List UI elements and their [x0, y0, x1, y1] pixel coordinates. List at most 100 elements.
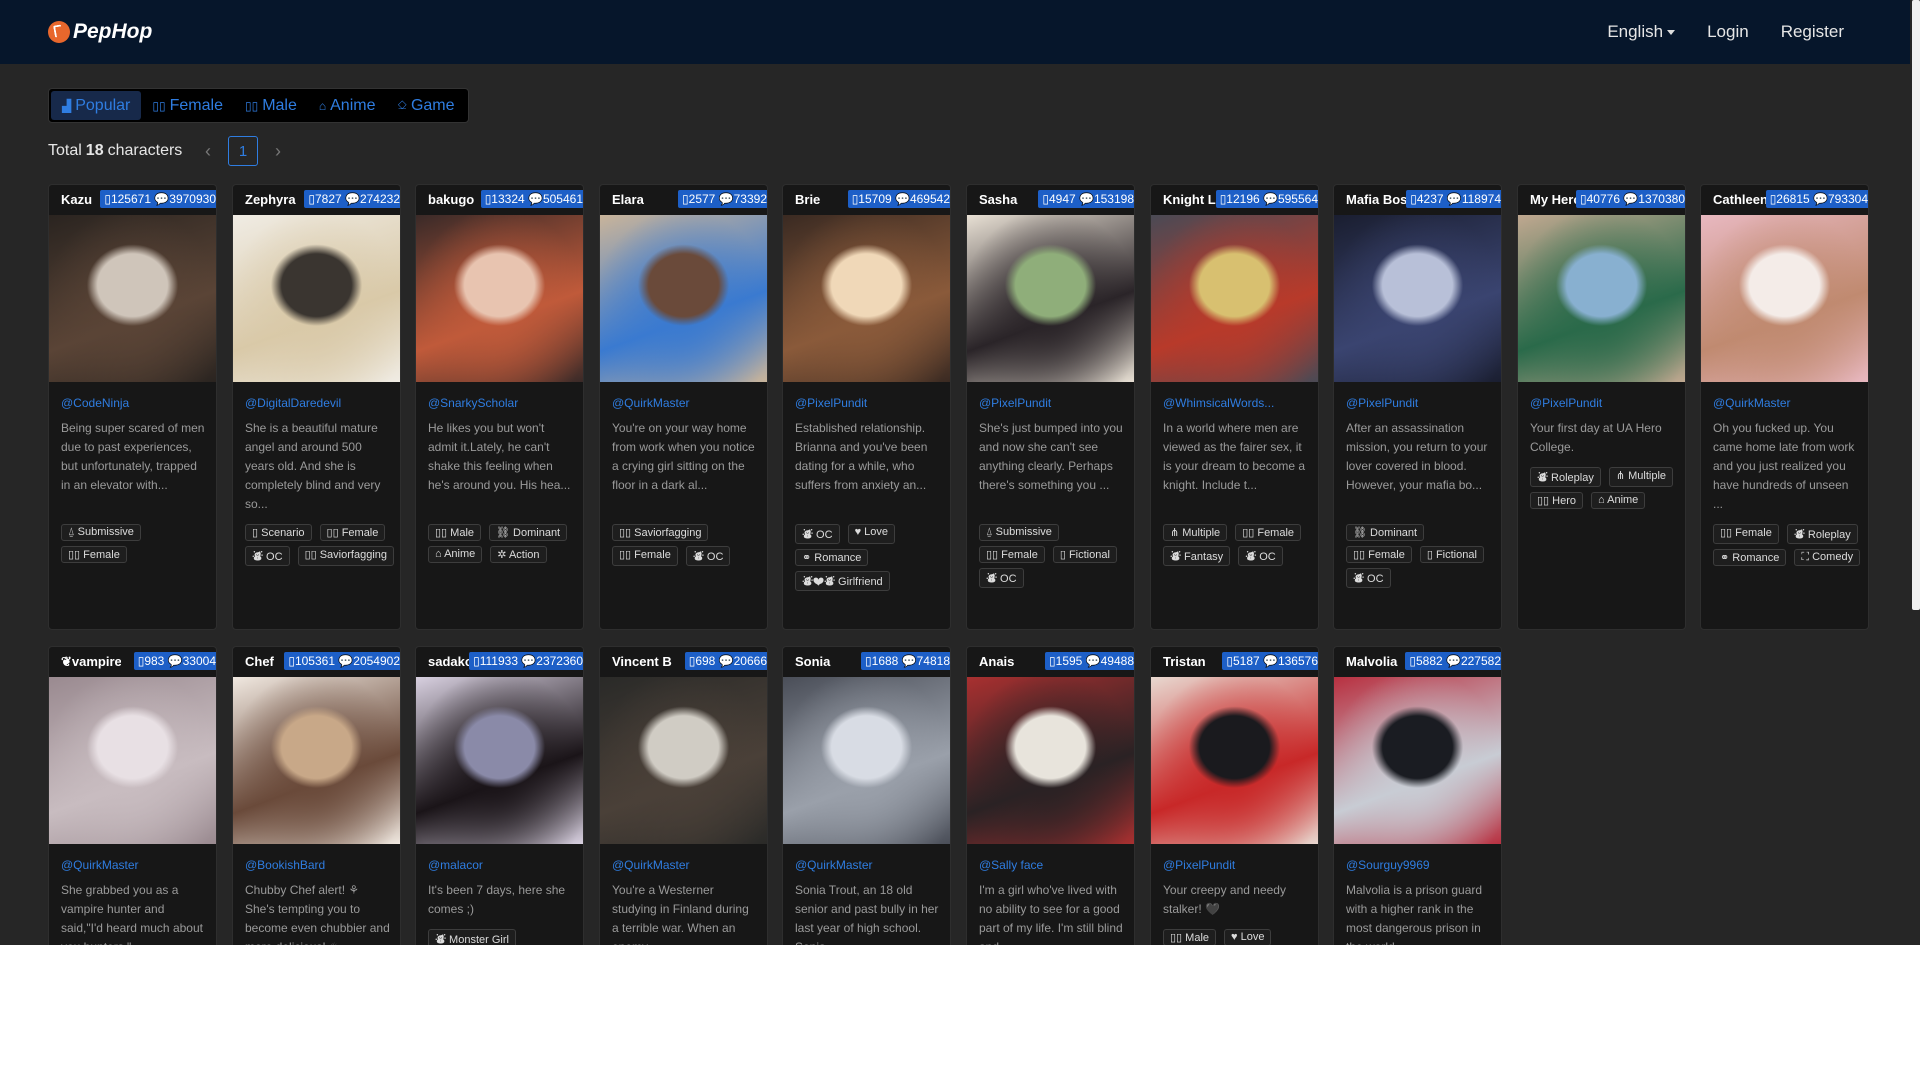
character-avatar[interactable] — [1151, 677, 1318, 844]
character-card[interactable]: Cathleen ▯26815 💬793304 @QuirkMaster Oh you… — [1700, 184, 1869, 630]
character-card[interactable]: Sonia ▯1688 💬74818 @QuirkMaster Sonia Trout… — [782, 646, 951, 945]
character-card[interactable]: Vincent Butler ▯698 💬20666 @QuirkMaster You… — [599, 646, 768, 945]
author-link[interactable]: @QuirkMaster — [795, 858, 945, 872]
tag[interactable]: ♥ Love — [1224, 929, 1272, 945]
next-page-button[interactable]: › — [270, 141, 286, 162]
author-link[interactable]: @QuirkMaster — [61, 858, 211, 872]
tag[interactable]: ▯▯ Female — [61, 546, 127, 563]
tag[interactable]: ▯▯ Female — [319, 524, 386, 541]
character-card[interactable]: Anais ▯1595 💬49488 @Sally face I'm a girl w… — [966, 646, 1135, 945]
character-card[interactable]: Elara ▯2577 💬73392 @QuirkMaster You're on y… — [599, 184, 768, 630]
tag[interactable]: ▯▯ Male — [1163, 929, 1217, 945]
author-link[interactable]: @QuirkMaster — [1713, 396, 1863, 410]
language-selector[interactable]: English — [1607, 22, 1676, 42]
author-link[interactable]: @BookishBard — [245, 858, 395, 872]
author-link[interactable]: @SnarkyScholar — [428, 396, 578, 410]
character-card[interactable]: ❦vampire ▯983 💬33004 @QuirkMaster She grabb… — [48, 646, 217, 945]
tag[interactable]: ⌂ Anime — [1591, 492, 1646, 509]
tab-female[interactable]: ▯▯ Female — [141, 91, 234, 120]
character-card[interactable]: Mafia Boss▯4237 💬118974 @PixelPundit After… — [1333, 184, 1502, 630]
character-card[interactable]: Zephyra ▯7827 💬274232 @DigitalDaredevil She… — [232, 184, 401, 630]
tab-male[interactable]: ▯▯ Male — [234, 91, 308, 120]
character-avatar[interactable] — [233, 677, 400, 844]
character-avatar[interactable] — [416, 215, 583, 382]
prev-page-button[interactable]: ‹ — [200, 141, 216, 162]
tag[interactable]: ▯▯ Female — [1346, 546, 1412, 563]
logo[interactable]: PepHop — [48, 20, 152, 44]
author-link[interactable]: @QuirkMaster — [612, 396, 762, 410]
tag[interactable]: ⛇ OC — [795, 524, 840, 544]
author-link[interactable]: @PixelPundit — [1346, 396, 1496, 410]
tag[interactable]: ⌂ Anime — [428, 546, 483, 563]
tag[interactable]: ▯▯ Female — [1235, 524, 1302, 541]
tag[interactable]: ⛇ OC — [245, 546, 290, 566]
tag[interactable]: ▯▯ Male — [428, 524, 482, 541]
tag[interactable]: ▯▯ Female — [979, 546, 1045, 563]
tag[interactable]: ⋔ Multiple — [1163, 524, 1228, 541]
tag[interactable]: ▯ Scenario — [245, 524, 312, 541]
character-avatar[interactable] — [233, 215, 400, 382]
character-avatar[interactable] — [1518, 215, 1685, 382]
tag[interactable]: ⍙ Submissive — [979, 524, 1059, 541]
tag[interactable]: ⍙ Submissive — [61, 524, 141, 541]
tag[interactable]: ⛇❤⛇ Girlfriend — [795, 571, 890, 591]
tab-popular[interactable]: ▟ Popular — [51, 91, 142, 120]
tag[interactable]: ✲ Action — [490, 546, 547, 563]
author-link[interactable]: @PixelPundit — [1163, 858, 1313, 872]
tag[interactable]: ⛓ Dominant — [489, 524, 568, 541]
character-card[interactable]: sadako ▯111933 💬2372360 @malacor It's been … — [415, 646, 584, 945]
tag[interactable]: ▯ Fictional — [1419, 546, 1484, 563]
tag[interactable]: ⛇ OC — [1346, 568, 1391, 588]
tag[interactable]: ⛇ Monster Girl — [428, 929, 516, 945]
tag[interactable]: ⛇ Fantasy — [1163, 546, 1231, 566]
character-card[interactable]: My Hero ▯40776 💬1370380 @PixelPundit Your f… — [1517, 184, 1686, 630]
author-link[interactable]: @PixelPundit — [979, 396, 1129, 410]
tab-anime[interactable]: ⌂ Anime — [308, 91, 387, 120]
tab-game[interactable]: ⎐ Game — [386, 91, 465, 120]
tag[interactable]: ♥ Love — [847, 524, 896, 544]
register-link[interactable]: Register — [1781, 22, 1844, 42]
author-link[interactable]: @PixelPundit — [795, 396, 945, 410]
author-link[interactable]: @Sourguy9969 — [1346, 858, 1496, 872]
character-avatar[interactable] — [1151, 215, 1318, 382]
tag[interactable]: ⛇ Roleplay — [1530, 467, 1601, 487]
character-card[interactable]: Malvolia ▯5882 💬227582 @Sourguy9969 Malvoli… — [1333, 646, 1502, 945]
tag[interactable]: ▯▯ Saviorfagging — [612, 524, 709, 541]
author-link[interactable]: @malacor — [428, 858, 578, 872]
tag[interactable]: ⛇ OC — [685, 546, 731, 566]
character-avatar[interactable] — [1334, 215, 1501, 382]
author-link[interactable]: @DigitalDaredevil — [245, 396, 395, 410]
tag[interactable]: ▯▯ Female — [612, 546, 678, 566]
tag[interactable]: ⛶ Comedy — [1794, 549, 1861, 566]
character-avatar[interactable] — [600, 215, 767, 382]
tag[interactable]: ▯▯ Hero — [1530, 492, 1584, 509]
tag[interactable]: ⚭ Romance — [1713, 549, 1787, 566]
tag[interactable]: ⛓ Dominant — [1346, 524, 1425, 541]
character-avatar[interactable] — [416, 677, 583, 844]
character-avatar[interactable] — [783, 215, 950, 382]
character-card[interactable]: Chef ▯105361 💬2054902 @BookishBard Chubby C… — [232, 646, 401, 945]
tag[interactable]: ▯ Fictional — [1052, 546, 1117, 563]
page-1-button[interactable]: 1 — [228, 136, 258, 166]
character-avatar[interactable] — [49, 677, 216, 844]
author-link[interactable]: @QuirkMaster — [612, 858, 762, 872]
character-avatar[interactable] — [783, 677, 950, 844]
character-avatar[interactable] — [967, 215, 1134, 382]
tag[interactable]: ⋔ Multiple — [1608, 467, 1674, 487]
login-link[interactable]: Login — [1707, 22, 1749, 42]
character-avatar[interactable] — [1701, 215, 1868, 382]
author-link[interactable]: @PixelPundit — [1530, 396, 1680, 410]
character-avatar[interactable] — [1334, 677, 1501, 844]
author-link[interactable]: @WhimsicalWords... — [1163, 396, 1313, 410]
character-avatar[interactable] — [967, 677, 1134, 844]
character-card[interactable]: Tristan ▯5187 💬136576 @PixelPundit Your cre… — [1150, 646, 1319, 945]
character-card[interactable]: bakugo ▯13324 💬505461 @SnarkyScholar He lik… — [415, 184, 584, 630]
tag[interactable]: ▯▯ Female — [1713, 524, 1779, 544]
character-avatar[interactable] — [600, 677, 767, 844]
tag[interactable]: ⚭ Romance — [795, 549, 869, 566]
character-card[interactable]: Knight L ▯12196 💬595564 @WhimsicalWords...… — [1150, 184, 1319, 630]
character-card[interactable]: Sasha ▯4947 💬153198 @PixelPundit She's just… — [966, 184, 1135, 630]
character-card[interactable]: Brie ▯15709 💬469542 @PixelPundit Establishe… — [782, 184, 951, 630]
scrollbar-thumb[interactable] — [1912, 0, 1920, 610]
tag[interactable]: ▯▯ Saviorfagging — [297, 546, 394, 566]
